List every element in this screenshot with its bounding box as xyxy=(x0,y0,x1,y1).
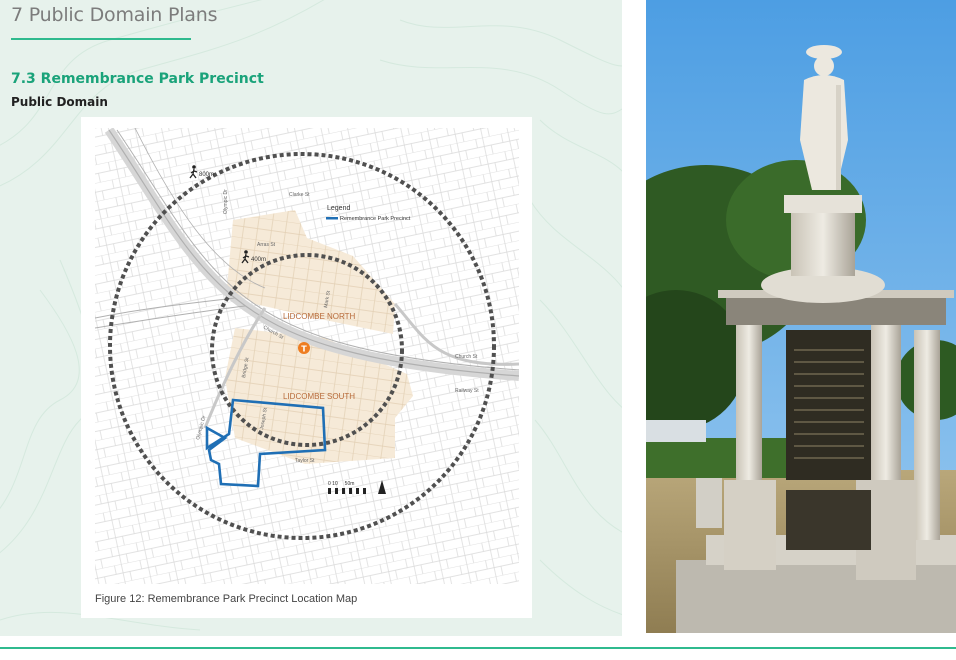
footer-rule xyxy=(0,647,956,649)
radius-800m-label: 800m xyxy=(199,172,214,178)
scale-label: 0 10 50m xyxy=(328,481,354,487)
section-title: 7.3 Remembrance Park Precinct xyxy=(11,71,264,87)
radius-400m-label: 400m xyxy=(251,257,266,263)
war-memorial-photo xyxy=(646,0,956,633)
figure-card: T LIDCOMBE NORTH LIDCOMBE SOUTH Church S… xyxy=(81,117,532,618)
figure-caption: Figure 12: Remembrance Park Precinct Loc… xyxy=(95,593,358,605)
legend-title: Legend xyxy=(327,205,350,212)
street-label-arras-st: Arras St xyxy=(257,242,276,248)
street-label-church-st: Church St xyxy=(455,354,478,360)
lidcombe-south-label: LIDCOMBE SOUTH xyxy=(283,392,355,401)
left-content-panel: 7 Public Domain Plans 7.3 Remembrance Pa… xyxy=(0,0,622,636)
location-map: T LIDCOMBE NORTH LIDCOMBE SOUTH Church S… xyxy=(95,128,519,584)
section-subtitle: Public Domain xyxy=(11,95,108,109)
street-label-olympic-dr: Olympic Dr xyxy=(223,189,229,214)
title-underline xyxy=(11,38,191,40)
legend-item-label: Remembrance Park Precinct xyxy=(340,216,411,222)
svg-text:T: T xyxy=(301,345,307,354)
war-memorial-statue-photo xyxy=(646,0,956,633)
chapter-title: 7 Public Domain Plans xyxy=(11,4,218,26)
street-label-taylor-st: Taylor St xyxy=(295,458,315,464)
street-label-clarke-st: Clarke St xyxy=(289,192,310,198)
lidcombe-north-label: LIDCOMBE NORTH xyxy=(283,312,356,321)
train-station-icon: T xyxy=(298,342,310,354)
street-label-railway-st: Railway St xyxy=(455,388,479,394)
legend-swatch xyxy=(326,217,338,220)
